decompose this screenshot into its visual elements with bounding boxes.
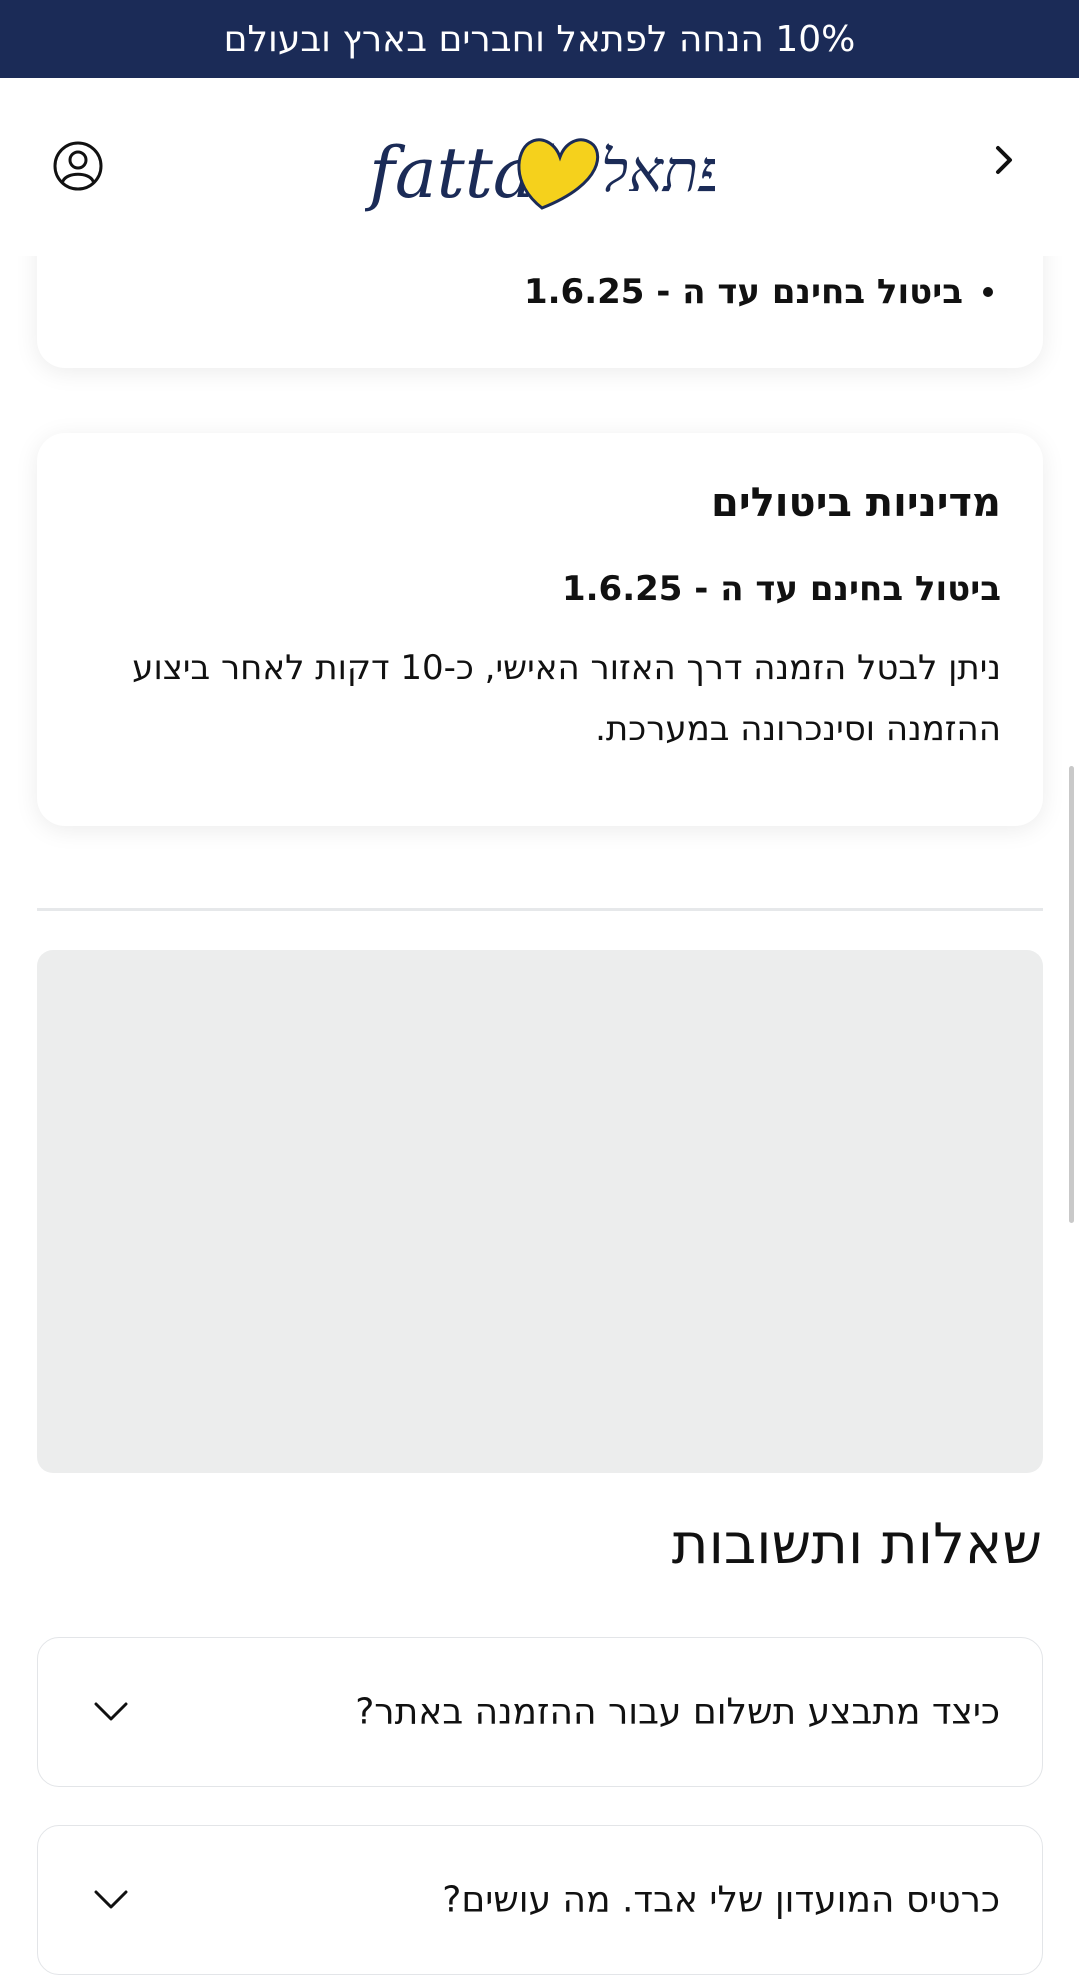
fattal-logo[interactable]: fattal פתאל — [364, 113, 729, 223]
cancellation-bullet: ביטול בחינם עד ה - 1.6.25 — [524, 272, 993, 312]
map-placeholder[interactable] — [37, 950, 1043, 1473]
account-button[interactable] — [48, 136, 108, 196]
cancellation-policy-title: מדיניות ביטולים — [710, 480, 1001, 526]
page-content: ביטול בחינם עד ה - 1.6.25 מדיניות ביטולי… — [0, 0, 1079, 1975]
faq-question: כיצד מתבצע תשלום עבור ההזמנה באתר? — [355, 1691, 1000, 1733]
logo-graphic: fattal פתאל — [364, 132, 729, 214]
page-scrollbar[interactable] — [1069, 766, 1074, 1223]
faq-item[interactable]: כיצד מתבצע תשלום עבור ההזמנה באתר? — [37, 1637, 1043, 1787]
faq-item[interactable]: כרטיס המועדון שלי אבד. מה עושים? — [37, 1825, 1043, 1975]
heart-icon — [517, 138, 599, 210]
cancellation-bullet-text: ביטול בחינם עד ה - 1.6.25 — [523, 272, 963, 312]
chevron-down-icon — [94, 1890, 128, 1909]
chevron-down-icon — [94, 1702, 128, 1721]
cancellation-policy-description: ניתן לבטל הזמנה דרך האזור האישי, כ-10 דק… — [132, 647, 1001, 749]
bullet-dot — [983, 287, 993, 297]
user-circle-icon — [53, 141, 103, 191]
cancellation-policy-card: מדיניות ביטולים ביטול בחינם עד ה - 1.6.2… — [37, 433, 1043, 826]
site-header: fattal פתאל — [0, 78, 1079, 256]
faq-question: כרטיס המועדון שלי אבד. מה עושים? — [442, 1879, 1000, 1921]
faq-title: שאלות ותשובות — [671, 1512, 1042, 1577]
section-divider — [37, 908, 1043, 911]
back-button[interactable] — [975, 130, 1035, 190]
chevron-right-icon — [996, 146, 1012, 174]
logo-text-hebrew: פתאל — [601, 137, 715, 205]
cancellation-policy-subtitle: ביטול בחינם עד ה - 1.6.25 — [561, 569, 1001, 609]
